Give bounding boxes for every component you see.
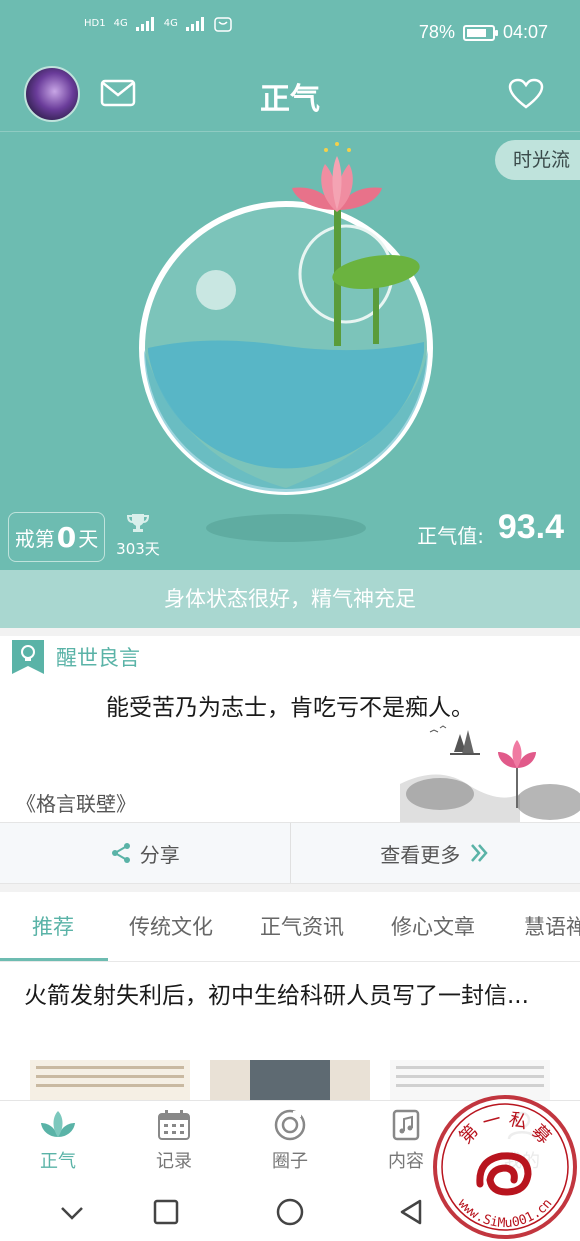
music-book-icon — [392, 1109, 420, 1141]
abstain-days: 0 — [56, 520, 77, 554]
home-circle-icon[interactable] — [274, 1196, 306, 1228]
zhengqi-label: 正气值: — [417, 524, 484, 548]
thumbnail — [210, 1060, 370, 1100]
view-more-button[interactable]: 查看更多 — [289, 823, 580, 883]
lightbulb-bookmark-icon — [12, 640, 44, 674]
abstain-suffix: 天 — [78, 526, 99, 551]
abstain-prefix: 戒第 — [14, 526, 55, 551]
network-4g-label-2: 4G — [163, 18, 178, 29]
chevron-down-icon[interactable] — [56, 1196, 88, 1228]
heart-icon[interactable] — [508, 78, 544, 110]
network-4g-label: 4G — [113, 18, 128, 29]
tab-traditional-culture[interactable]: 传统文化 — [129, 892, 213, 961]
article-title[interactable]: 火箭发射失利后，初中生给科研人员写了一封信... — [24, 980, 554, 1012]
quote-header: 醒世良言 — [12, 640, 140, 674]
tab-zen[interactable]: 慧语禅 — [524, 892, 580, 961]
signal-indicators: HD1 4G 4G — [84, 16, 232, 32]
lotus-icon — [41, 1111, 75, 1137]
status-bar: HD1 4G 4G 78% 04:07 — [0, 0, 580, 64]
tab-articles[interactable]: 修心文章 — [391, 892, 475, 961]
trophy-icon — [126, 514, 150, 532]
status-right: 78% 04:07 — [419, 22, 548, 43]
hero-panel: 时光流 戒第 0 天 303天 正气值: 93.4 — [0, 132, 580, 570]
nav-circle[interactable]: 圈子 — [232, 1101, 348, 1182]
divider — [0, 628, 580, 636]
tab-recommend[interactable]: 推荐 — [32, 892, 74, 961]
app-header: 正气 — [0, 64, 580, 132]
record-days: 303天 — [116, 540, 160, 558]
divider — [0, 884, 580, 892]
hd-label: HD1 — [84, 18, 106, 29]
nav-label: 内容 — [388, 1151, 424, 1172]
nav-label: 圈子 — [272, 1151, 308, 1172]
battery-icon — [462, 24, 498, 41]
calendar-icon — [158, 1110, 190, 1140]
view-more-label: 查看更多 — [380, 842, 461, 867]
active-tab-indicator — [0, 958, 108, 961]
signal-icon-2 — [185, 17, 204, 31]
record-badge[interactable]: 303天 — [112, 512, 164, 559]
quote-section-title: 醒世良言 — [56, 646, 140, 670]
category-tabs: 推荐 传统文化 正气资讯 修心文章 慧语禅 — [0, 892, 580, 962]
share-button[interactable]: 分享 — [0, 823, 290, 883]
tab-news[interactable]: 正气资讯 — [260, 892, 344, 961]
nav-zhengqi[interactable]: 正气 — [0, 1101, 116, 1182]
back-triangle-icon[interactable] — [396, 1196, 428, 1228]
nav-record[interactable]: 记录 — [116, 1101, 232, 1182]
watermark-seal: 第 一 私 募 www.SiMu001.cn — [433, 1095, 577, 1239]
double-chevron-right-icon — [471, 844, 488, 862]
quote-text: 能受苦乃为志士，肯吃亏不是痴人。 — [106, 695, 474, 721]
share-label: 分享 — [139, 842, 180, 867]
circle-icon — [274, 1109, 306, 1141]
battery-percent: 78% — [418, 22, 455, 42]
page-title: 正气 — [260, 82, 320, 117]
nav-label: 记录 — [156, 1151, 192, 1172]
lotus-globe-illustration — [139, 142, 433, 542]
quote-card: 醒世良言 能受苦乃为志士，肯吃亏不是痴人。 《格言联壁》 — [0, 636, 580, 822]
clock: 04:07 — [502, 22, 548, 42]
time-flow-button[interactable]: 时光流 — [494, 140, 580, 180]
signal-icon — [135, 17, 154, 31]
thumbnail — [30, 1060, 190, 1100]
share-icon — [111, 843, 130, 863]
recents-square-icon[interactable] — [150, 1196, 182, 1228]
status-message: 身体状态很好，精气神充足 — [0, 570, 580, 628]
ink-lotus-illustration — [400, 725, 580, 822]
quote-source: 《格言联壁》 — [16, 792, 136, 816]
app-notification-icon — [214, 17, 232, 32]
abstain-days-badge[interactable]: 戒第 0 天 — [8, 512, 105, 562]
nav-label: 正气 — [40, 1151, 76, 1172]
zhengqi-value: 93.4 — [497, 508, 564, 546]
quote-actions: 分享 查看更多 — [0, 822, 580, 884]
